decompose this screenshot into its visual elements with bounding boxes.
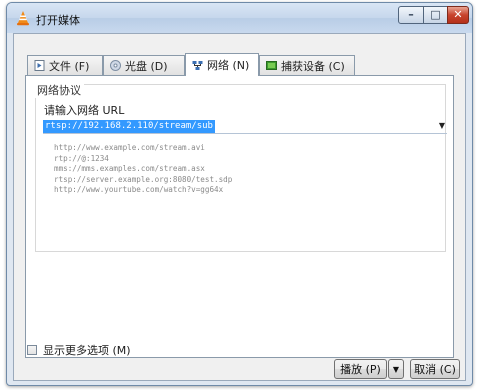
close-button[interactable]: ✕	[447, 6, 469, 24]
minimize-button[interactable]: –	[398, 6, 424, 24]
cancel-button-label: 取消 (C)	[414, 363, 456, 376]
url-examples: http://www.example.com/stream.avi rtp://…	[54, 143, 232, 196]
tab-file[interactable]: 文件 (F)	[27, 55, 103, 75]
tab-disc[interactable]: 光盘 (D)	[103, 55, 185, 75]
tab-network-label: 网络 (N)	[207, 59, 250, 72]
tab-network[interactable]: 网络 (N)	[185, 53, 259, 76]
tab-capture-device[interactable]: 捕获设备 (C)	[259, 55, 355, 75]
url-input[interactable]: rtsp://192.168.2.110/stream/sub	[43, 120, 215, 133]
url-label: 请输入网络 URL	[44, 104, 125, 117]
network-panel: 网络协议 请输入网络 URL rtsp://192.168.2.110/stre…	[25, 75, 454, 358]
maximize-button[interactable]: □	[423, 6, 448, 24]
cancel-button[interactable]: 取消 (C)	[410, 359, 460, 379]
example-url: mms://mms.examples.com/stream.asx	[54, 164, 205, 173]
open-media-dialog: 打开媒体 – □ ✕ 文件 (F) 光盘 (D) 网络 (N) 捕获设备 (C)	[6, 2, 473, 386]
minimize-icon: –	[408, 8, 414, 21]
file-icon	[34, 60, 45, 71]
play-button[interactable]: 播放 (P)	[334, 359, 387, 379]
title-bar[interactable]: 打开媒体 – □ ✕	[7, 3, 472, 33]
maximize-icon: □	[430, 8, 441, 21]
disc-icon	[110, 60, 121, 71]
play-button-label: 播放 (P)	[340, 363, 381, 376]
tab-bar: 文件 (F) 光盘 (D) 网络 (N) 捕获设备 (C)	[27, 53, 457, 76]
show-more-options[interactable]: 显示更多选项 (M)	[27, 342, 131, 358]
example-url: rtsp://server.example.org:8080/test.sdp	[54, 174, 233, 184]
show-more-options-checkbox[interactable]	[27, 345, 37, 355]
chevron-down-icon[interactable]: ▼	[439, 121, 445, 130]
tab-file-label: 文件 (F)	[49, 59, 90, 73]
url-combobox[interactable]: rtsp://192.168.2.110/stream/sub ▼	[43, 120, 447, 134]
dialog-body: 文件 (F) 光盘 (D) 网络 (N) 捕获设备 (C) 网络协议 请输入网络…	[13, 33, 466, 381]
play-options-dropdown[interactable]: ▼	[388, 359, 404, 379]
capture-device-icon	[266, 61, 277, 70]
network-protocol-group: 网络协议 请输入网络 URL rtsp://192.168.2.110/stre…	[34, 82, 447, 252]
show-more-options-label: 显示更多选项 (M)	[43, 344, 131, 357]
network-icon	[192, 60, 203, 70]
network-protocol-label: 网络协议	[34, 82, 84, 98]
example-url: rtp://@:1234	[54, 153, 109, 163]
example-url: http://www.yourtube.com/watch?v=gg64x	[54, 185, 224, 194]
vlc-cone-icon	[17, 11, 29, 26]
chevron-down-icon: ▼	[392, 364, 400, 374]
close-icon: ✕	[453, 8, 463, 21]
example-url: http://www.example.com/stream.avi	[54, 143, 205, 152]
window-title: 打开媒体	[36, 14, 80, 27]
tab-disc-label: 光盘 (D)	[125, 59, 168, 73]
tab-capture-device-label: 捕获设备 (C)	[281, 59, 345, 73]
